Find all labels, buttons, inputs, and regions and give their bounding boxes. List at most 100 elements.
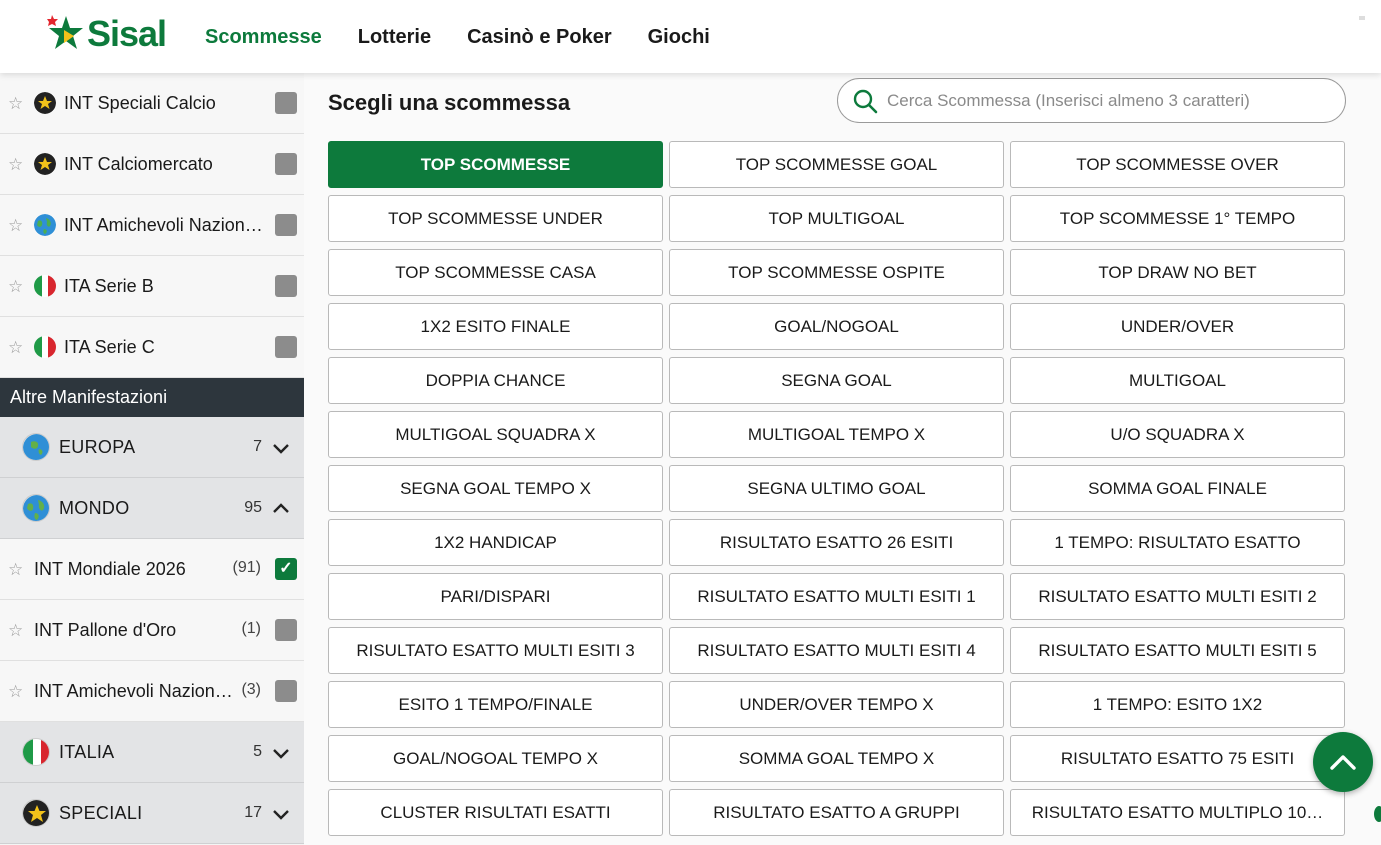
bet-type-button[interactable]: TOP SCOMMESSE OSPITE: [669, 249, 1004, 296]
sidebar-item-ita-serie-b[interactable]: ☆ ITA Serie B: [0, 256, 304, 317]
bet-type-button[interactable]: RISULTATO ESATTO MULTI ESITI 3: [328, 627, 663, 674]
search-box[interactable]: [837, 78, 1346, 123]
group-count: 17: [244, 804, 262, 821]
bet-type-button[interactable]: 1X2 HANDICAP: [328, 519, 663, 566]
bet-type-button[interactable]: RISULTATO ESATTO MULTIPLO 10…: [1010, 789, 1345, 836]
bet-type-button[interactable]: RISULTATO ESATTO MULTI ESITI 5: [1010, 627, 1345, 674]
globe-icon: [34, 214, 56, 236]
main-content: Scegli una scommessa TOP SCOMMESSETOP SC…: [304, 73, 1381, 845]
sidebar-item-label: INT Speciali Calcio: [64, 92, 216, 113]
bet-type-button[interactable]: RISULTATO ESATTO MULTI ESITI 2: [1010, 573, 1345, 620]
bet-type-button[interactable]: SOMMA GOAL TEMPO X: [669, 735, 1004, 782]
bet-type-button[interactable]: DOPPIA CHANCE: [328, 357, 663, 404]
italy-flag-icon: [34, 336, 56, 358]
group-speciali[interactable]: SPECIALI 17: [0, 783, 304, 844]
bet-type-button[interactable]: ESITO 1 TEMPO/FINALE: [328, 681, 663, 728]
bet-type-button[interactable]: GOAL/NOGOAL: [669, 303, 1004, 350]
scroll-to-top-button[interactable]: [1313, 732, 1373, 792]
sidebar-item-int-amichevoli[interactable]: ☆ INT Amichevoli Nazion…: [0, 195, 304, 256]
sidebar-checkbox[interactable]: [275, 619, 297, 641]
sidebar-item-int-speciali-calcio[interactable]: ☆ INT Speciali Calcio: [0, 73, 304, 134]
bet-type-button[interactable]: 1 TEMPO: ESITO 1X2: [1010, 681, 1345, 728]
bet-type-button[interactable]: SOMMA GOAL FINALE: [1010, 465, 1345, 512]
bet-type-button[interactable]: TOP MULTIGOAL: [669, 195, 1004, 242]
sidebar-item-label: ITA Serie B: [64, 275, 154, 296]
bet-type-button[interactable]: GOAL/NOGOAL TEMPO X: [328, 735, 663, 782]
sisal-logo[interactable]: Sisal: [47, 12, 167, 56]
group-italia[interactable]: ITALIA 5: [0, 722, 304, 783]
bet-type-button-active[interactable]: TOP SCOMMESSE: [328, 141, 663, 188]
bet-type-button[interactable]: RISULTATO ESATTO 75 ESITI: [1010, 735, 1345, 782]
bet-type-button[interactable]: TOP SCOMMESSE CASA: [328, 249, 663, 296]
bet-type-button[interactable]: TOP SCOMMESSE UNDER: [328, 195, 663, 242]
group-label: SPECIALI: [59, 802, 143, 823]
italy-flag-icon: [34, 275, 56, 297]
favorite-star-icon[interactable]: ☆: [8, 156, 24, 173]
bet-type-button[interactable]: RISULTATO ESATTO 26 ESITI: [669, 519, 1004, 566]
bet-type-button[interactable]: MULTIGOAL TEMPO X: [669, 411, 1004, 458]
sidebar-item-int-calciomercato[interactable]: ☆ INT Calciomercato: [0, 134, 304, 195]
bet-type-button[interactable]: RISULTATO ESATTO MULTI ESITI 1: [669, 573, 1004, 620]
bet-type-button[interactable]: TOP SCOMMESSE 1° TEMPO: [1010, 195, 1345, 242]
bet-type-button[interactable]: TOP SCOMMESSE OVER: [1010, 141, 1345, 188]
sidebar-checkbox[interactable]: [275, 153, 297, 175]
bet-type-button[interactable]: PARI/DISPARI: [328, 573, 663, 620]
favorite-star-icon[interactable]: ☆: [8, 561, 24, 578]
bet-type-button[interactable]: MULTIGOAL: [1010, 357, 1345, 404]
world-globe-icon: [22, 494, 50, 522]
sidebar-checkbox-checked[interactable]: ✓: [275, 558, 297, 580]
bet-type-button[interactable]: SEGNA GOAL: [669, 357, 1004, 404]
side-widget-handle[interactable]: [1374, 806, 1381, 822]
bet-type-button[interactable]: SEGNA GOAL TEMPO X: [328, 465, 663, 512]
favorite-star-icon[interactable]: ☆: [8, 95, 24, 112]
favorite-star-icon[interactable]: ☆: [8, 683, 24, 700]
favorite-star-icon[interactable]: ☆: [8, 217, 24, 234]
nav-giochi[interactable]: Giochi: [648, 26, 710, 49]
search-input[interactable]: [887, 90, 1317, 111]
bet-type-button[interactable]: 1 TEMPO: RISULTATO ESATTO: [1010, 519, 1345, 566]
sidebar-item-label: INT Amichevoli Nazion…: [34, 680, 233, 701]
item-count: (3): [241, 681, 261, 698]
bet-type-button[interactable]: TOP SCOMMESSE GOAL: [669, 141, 1004, 188]
favorite-star-icon[interactable]: ☆: [8, 339, 24, 356]
sidebar-checkbox[interactable]: [275, 214, 297, 236]
sidebar-item-ita-serie-c[interactable]: ☆ ITA Serie C: [0, 317, 304, 378]
bet-type-button[interactable]: MULTIGOAL SQUADRA X: [328, 411, 663, 458]
chevron-down-icon[interactable]: [272, 805, 290, 823]
nav-casino-poker[interactable]: Casinò e Poker: [467, 26, 612, 49]
sidebar-checkbox[interactable]: [275, 680, 297, 702]
sidebar-item-int-amichevoli-nazionali[interactable]: ☆ INT Amichevoli Nazion… (3): [0, 661, 304, 722]
group-mondo[interactable]: MONDO 95: [0, 478, 304, 539]
sidebar-checkbox[interactable]: [275, 336, 297, 358]
group-count: 95: [244, 499, 262, 516]
chevron-up-icon: [1330, 755, 1356, 770]
bet-type-button[interactable]: 1X2 ESITO FINALE: [328, 303, 663, 350]
sidebar-checkbox[interactable]: [275, 275, 297, 297]
group-count: 5: [253, 743, 262, 760]
sidebar-item-int-pallone-doro[interactable]: ☆ INT Pallone d'Oro (1): [0, 600, 304, 661]
chevron-down-icon[interactable]: [272, 744, 290, 762]
bet-type-button[interactable]: SEGNA ULTIMO GOAL: [669, 465, 1004, 512]
favorite-star-icon[interactable]: ☆: [8, 622, 24, 639]
bet-type-button[interactable]: UNDER/OVER: [1010, 303, 1345, 350]
bet-type-button[interactable]: U/O SQUADRA X: [1010, 411, 1345, 458]
chevron-up-icon[interactable]: [272, 500, 290, 518]
group-count: 7: [253, 438, 262, 455]
italy-flag-icon: [22, 738, 50, 766]
group-label: MONDO: [59, 497, 130, 518]
sidebar-checkbox[interactable]: [275, 92, 297, 114]
top-header: Sisal Scommesse Lotterie Casinò e Poker …: [0, 0, 1381, 73]
nav-lotterie[interactable]: Lotterie: [358, 26, 431, 49]
sidebar-item-int-mondiale-2026[interactable]: ☆ INT Mondiale 2026 (91) ✓: [0, 539, 304, 600]
group-europa[interactable]: EUROPA 7: [0, 417, 304, 478]
bet-type-button[interactable]: UNDER/OVER TEMPO X: [669, 681, 1004, 728]
group-label: EUROPA: [59, 436, 136, 457]
nav-scommesse[interactable]: Scommesse: [205, 26, 322, 49]
bet-type-button[interactable]: TOP DRAW NO BET: [1010, 249, 1345, 296]
bet-type-button[interactable]: CLUSTER RISULTATI ESATTI: [328, 789, 663, 836]
favorite-star-icon[interactable]: ☆: [8, 278, 24, 295]
page-title: Scegli una scommessa: [328, 90, 571, 115]
bet-type-button[interactable]: RISULTATO ESATTO A GRUPPI: [669, 789, 1004, 836]
bet-type-button[interactable]: RISULTATO ESATTO MULTI ESITI 4: [669, 627, 1004, 674]
chevron-down-icon[interactable]: [272, 439, 290, 457]
